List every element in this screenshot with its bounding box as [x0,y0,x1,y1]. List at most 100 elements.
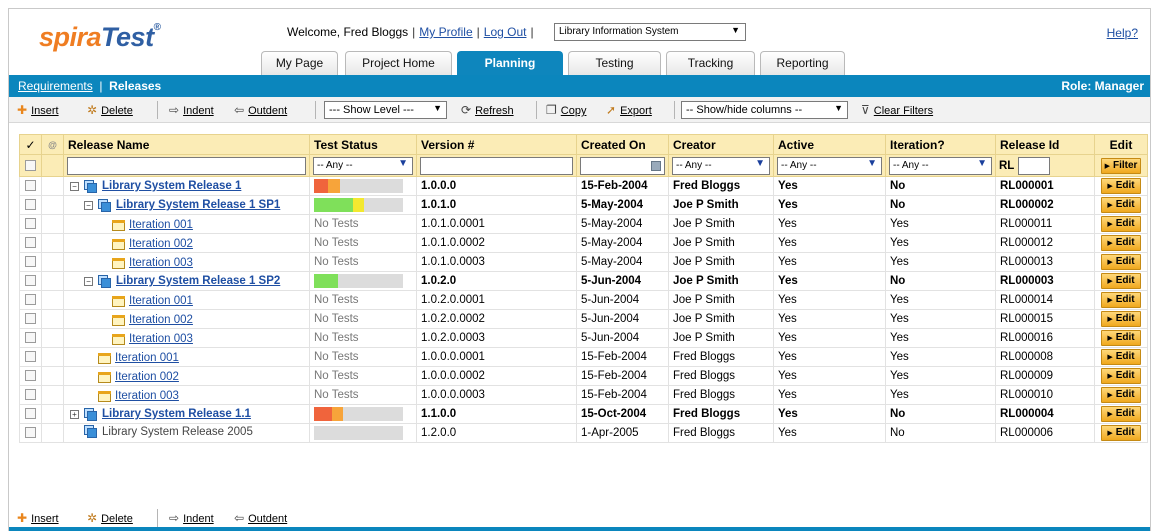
version-header[interactable]: Version # [416,134,577,155]
test-status-bar[interactable] [314,179,403,193]
release-name-link[interactable]: Iteration 002 [115,371,179,383]
edit-button[interactable]: ▶ Edit [1101,273,1141,289]
release-name-link[interactable]: Iteration 003 [129,333,193,345]
table-row[interactable]: Iteration 002 No Tests 1.0.2.0.0002 5-Ju… [19,309,1148,329]
edit-button[interactable]: ▶ Edit [1101,425,1141,441]
edit-button[interactable]: ▶ Edit [1101,197,1141,213]
my-profile-link[interactable]: My Profile [419,25,472,39]
table-row[interactable]: − Library System Release 1 1.0.0.0 15-Feb… [19,176,1148,196]
table-row[interactable]: − Library System Release 1 SP1 1.0.1.0 5-… [19,195,1148,215]
delete-button-bottom[interactable]: ✲ Delete [87,511,133,525]
tab-tracking[interactable]: Tracking [666,51,755,76]
test-status-header[interactable]: Test Status [309,134,417,155]
release-name-link[interactable]: Iteration 001 [115,352,179,364]
active-filter-select[interactable]: -- Any -- ▼ [777,156,882,175]
copy-button[interactable]: ❐ Copy [546,103,586,117]
collapse-icon[interactable]: − [84,276,93,286]
breadcrumb-requirements[interactable]: Requirements [18,79,93,93]
select-all-checkbox[interactable] [25,159,36,171]
row-checkbox[interactable] [25,408,36,420]
table-row[interactable]: − Library System Release 1 SP2 1.0.2.0 5-… [19,271,1148,291]
row-checkbox[interactable] [25,180,36,192]
release-name-link[interactable]: Iteration 003 [129,257,193,269]
release-name-link[interactable]: Iteration 003 [115,390,179,402]
table-row[interactable]: Iteration 003 No Tests 1.0.2.0.0003 5-Ju… [19,328,1148,348]
help-link[interactable]: Help? [1107,26,1138,40]
insert-button[interactable]: ✚ Insert [17,103,59,117]
release-name-link[interactable]: Library System Release 1 SP2 [116,275,280,287]
edit-button[interactable]: ▶ Edit [1101,216,1141,232]
table-row[interactable]: Iteration 003 No Tests 1.0.0.0.0003 15-F… [19,385,1148,405]
tab-planning[interactable]: Planning [457,51,563,77]
table-row[interactable]: Iteration 001 No Tests 1.0.1.0.0001 5-Ma… [19,214,1148,234]
edit-button[interactable]: ▶ Edit [1101,235,1141,251]
row-checkbox[interactable] [25,256,36,268]
tab-testing[interactable]: Testing [568,51,661,76]
expand-icon[interactable]: + [70,409,79,419]
table-row[interactable]: Iteration 003 No Tests 1.0.1.0.0003 5-Ma… [19,252,1148,272]
row-checkbox[interactable] [25,199,36,211]
outdent-button-bottom[interactable]: ⇦ Outdent [234,511,287,525]
active-header[interactable]: Active [773,134,886,155]
test-status-bar[interactable] [314,198,403,212]
edit-button[interactable]: ▶ Edit [1101,178,1141,194]
row-checkbox[interactable] [25,294,36,306]
iteration-header[interactable]: Iteration? [885,134,996,155]
tab-reporting[interactable]: Reporting [760,51,845,76]
outdent-button[interactable]: ⇦ Outdent [234,103,287,117]
creator-filter-select[interactable]: -- Any -- ▼ [672,156,770,175]
creator-header[interactable]: Creator [668,134,774,155]
collapse-icon[interactable]: − [84,200,93,210]
release-id-header[interactable]: Release Id [995,134,1095,155]
row-checkbox[interactable] [25,332,36,344]
edit-button[interactable]: ▶ Edit [1101,387,1141,403]
table-row[interactable]: Iteration 001 No Tests 1.0.2.0.0001 5-Ju… [19,290,1148,310]
delete-button[interactable]: ✲ Delete [87,103,133,117]
tab-project-home[interactable]: Project Home [345,51,452,76]
table-row[interactable]: Library System Release 2005 1.2.0.0 1-Ap… [19,423,1148,443]
table-row[interactable]: Iteration 002 No Tests 1.0.0.0.0002 15-F… [19,366,1148,386]
edit-button[interactable]: ▶ Edit [1101,330,1141,346]
table-row[interactable]: + Library System Release 1.1 1.1.0.0 15-O… [19,404,1148,424]
test-status-bar[interactable] [314,407,403,421]
created-on-header[interactable]: Created On [576,134,669,155]
refresh-button[interactable]: ⟳ Refresh [461,103,514,117]
table-row[interactable]: Iteration 001 No Tests 1.0.0.0.0001 15-F… [19,347,1148,367]
release-name-link[interactable]: Iteration 001 [129,219,193,231]
row-checkbox[interactable] [25,313,36,325]
edit-button[interactable]: ▶ Edit [1101,406,1141,422]
indent-button-bottom[interactable]: ⇨ Indent [169,511,214,525]
created-on-filter-input[interactable] [580,156,665,175]
project-select[interactable]: Library Information System ▼ [554,23,746,41]
row-checkbox[interactable] [25,351,36,363]
insert-button-bottom[interactable]: ✚ Insert [17,511,59,525]
edit-button[interactable]: ▶ Edit [1101,311,1141,327]
row-checkbox[interactable] [25,275,36,287]
release-name-link[interactable]: Library System Release 1 SP1 [116,199,280,211]
table-row[interactable]: Iteration 002 No Tests 1.0.1.0.0002 5-Ma… [19,233,1148,253]
edit-button[interactable]: ▶ Edit [1101,292,1141,308]
release-name-link[interactable]: Library System Release 2005 [102,426,253,438]
row-checkbox[interactable] [25,427,36,439]
release-name-link[interactable]: Library System Release 1.1 [102,408,251,420]
edit-button[interactable]: ▶ Edit [1101,349,1141,365]
row-checkbox[interactable] [25,218,36,230]
iteration-filter-select[interactable]: -- Any -- ▼ [889,156,992,175]
test-status-filter-select[interactable]: -- Any -- ▼ [313,156,413,175]
release-name-link[interactable]: Iteration 002 [129,314,193,326]
release-name-filter-input[interactable] [67,156,306,175]
row-checkbox[interactable] [25,370,36,382]
release-name-link[interactable]: Iteration 002 [129,238,193,250]
indent-button[interactable]: ⇨ Indent [169,103,214,117]
row-checkbox[interactable] [25,389,36,401]
clear-filters-button[interactable]: ⊽ Clear Filters [861,103,933,117]
release-id-filter-input[interactable] [1017,156,1050,175]
edit-button[interactable]: ▶ Edit [1101,254,1141,270]
show-hide-columns-select[interactable]: -- Show/hide columns -- ▼ [681,101,848,119]
test-status-bar[interactable] [314,274,403,288]
collapse-icon[interactable]: − [70,181,79,191]
row-checkbox[interactable] [25,237,36,249]
show-level-select[interactable]: --- Show Level --- ▼ [324,101,447,119]
log-out-link[interactable]: Log Out [484,25,527,39]
test-status-bar[interactable] [314,426,403,440]
